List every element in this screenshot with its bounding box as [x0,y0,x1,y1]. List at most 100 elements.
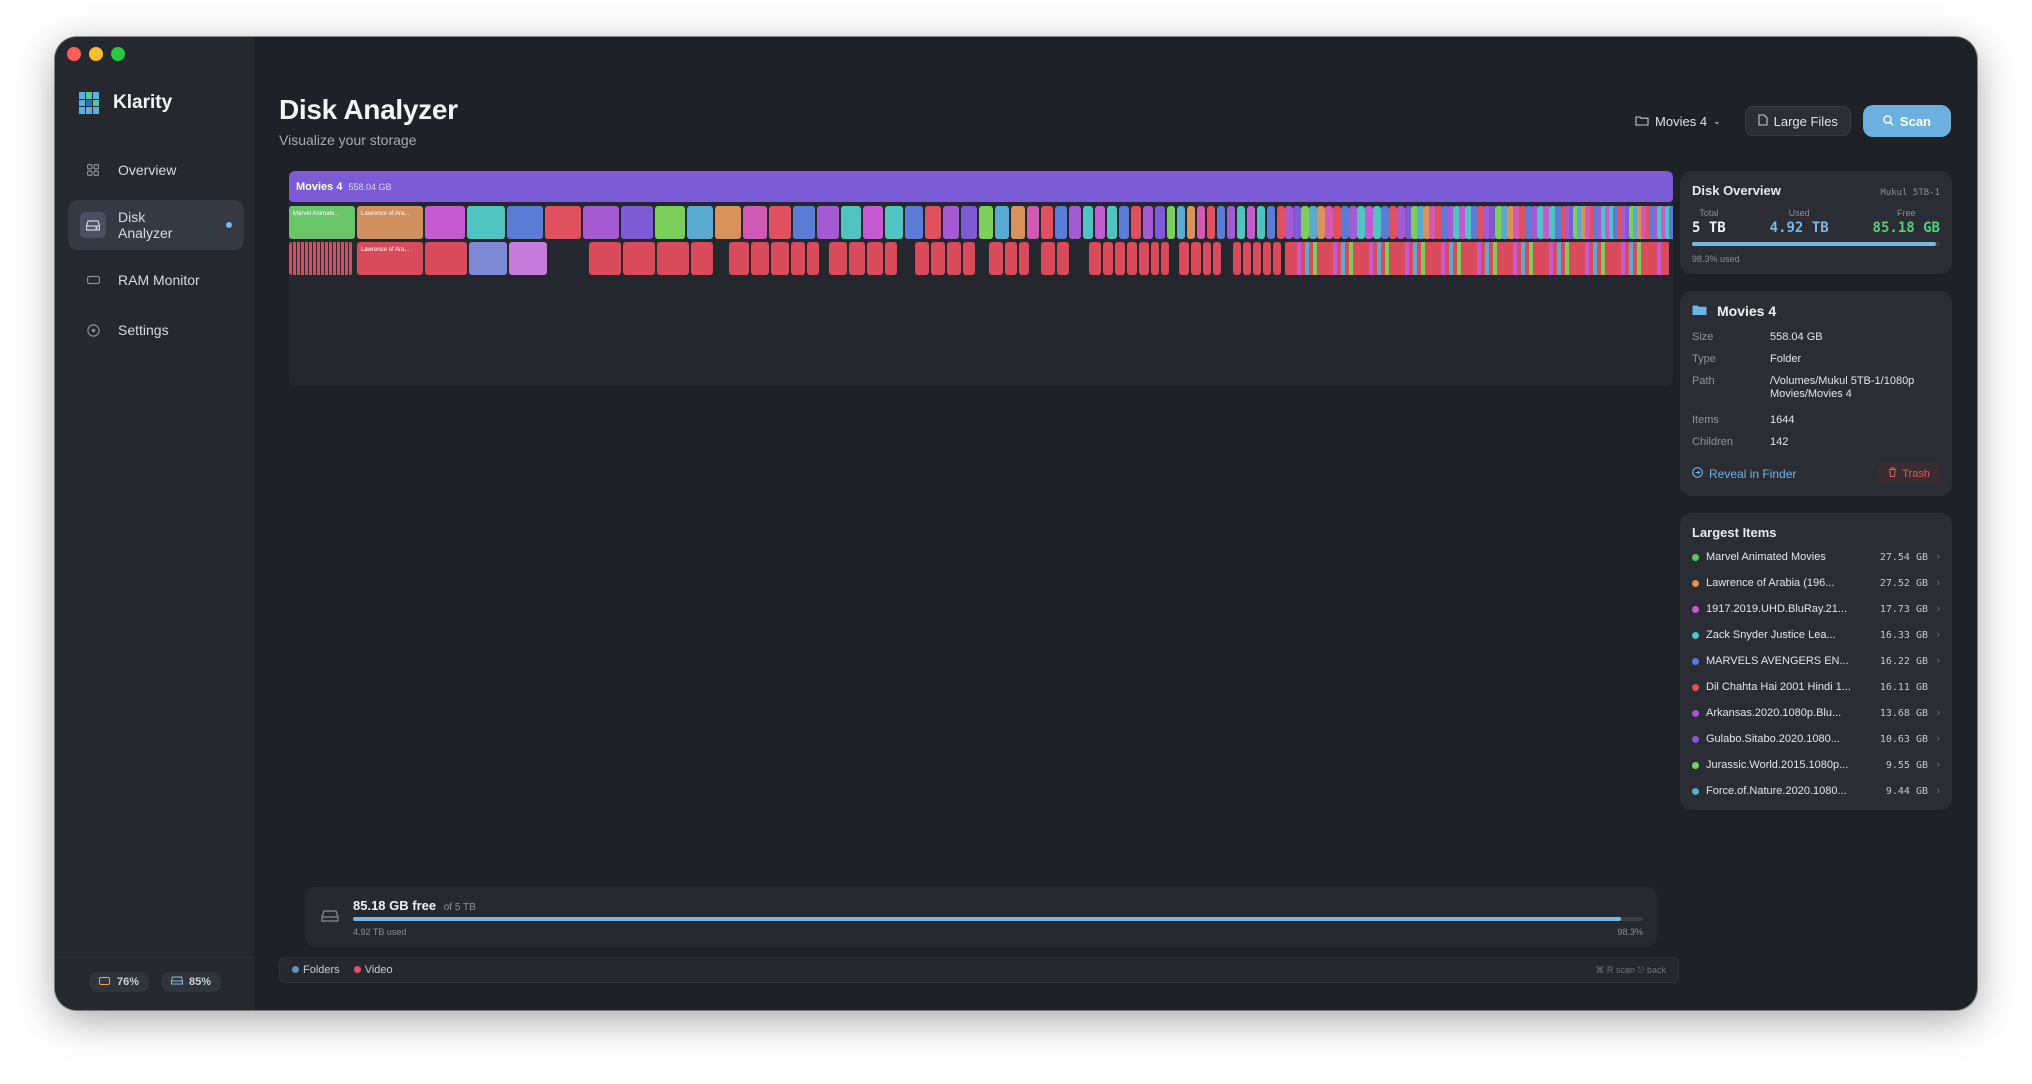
treemap-cell[interactable] [289,242,353,275]
treemap-cell[interactable] [1273,242,1281,275]
largest-item-row[interactable]: Gulabo.Sitabo.2020.1080... 10.63 GB › [1692,726,1940,752]
treemap-cell[interactable] [1381,206,1389,239]
largest-item-row[interactable]: MARVELS AVENGERS EN... 16.22 GB › [1692,648,1940,674]
treemap-cell[interactable] [623,242,655,275]
treemap-cell[interactable] [1333,206,1341,239]
treemap-cell[interactable] [1027,206,1039,239]
largest-item-row[interactable]: Dil Chahta Hai 2001 Hindi 1... 16.11 GB [1692,674,1940,700]
sidebar-item-disk-analyzer[interactable]: Disk Analyzer [68,200,244,250]
treemap-cell[interactable] [885,242,897,275]
treemap-cell[interactable] [1325,206,1333,239]
treemap-cell[interactable] [691,242,713,275]
treemap-cell[interactable] [905,206,923,239]
largest-item-row[interactable]: 1917.2019.UHD.BluRay.21... 17.73 GB › [1692,596,1940,622]
treemap-cell[interactable] [1373,206,1381,239]
treemap-cell[interactable] [885,206,903,239]
sidebar-item-settings[interactable]: Settings [68,310,244,350]
treemap-cell[interactable] [1197,206,1205,239]
treemap-cell[interactable] [1253,242,1261,275]
treemap[interactable]: Movies 4 558.04 GB Marvel Animate... Law… [289,171,1673,386]
treemap-cell[interactable] [841,206,861,239]
treemap-cell[interactable] [1217,206,1225,239]
treemap-cell[interactable] [771,242,789,275]
treemap-cell[interactable] [1131,206,1141,239]
reveal-in-finder-button[interactable]: Reveal in Finder [1692,467,1796,481]
trash-button[interactable]: Trash [1878,463,1940,484]
treemap-cell[interactable] [829,242,847,275]
treemap-cell[interactable] [467,206,505,239]
treemap-cell[interactable] [1089,242,1101,275]
treemap-cell[interactable] [583,206,619,239]
treemap-cell[interactable] [793,206,815,239]
treemap-cell[interactable] [1243,242,1251,275]
largest-item-row[interactable]: Zack Snyder Justice Lea... 16.33 GB › [1692,622,1940,648]
treemap-cell[interactable] [1389,206,1397,239]
treemap-cell[interactable] [1661,242,1669,275]
treemap-cell[interactable] [849,242,865,275]
treemap-cell[interactable] [989,242,1003,275]
treemap-cell[interactable] [943,206,959,239]
treemap-cell[interactable] [961,206,977,239]
treemap-cell[interactable] [621,206,653,239]
treemap-cell[interactable] [1083,206,1093,239]
treemap-cell[interactable] [1227,206,1235,239]
treemap-cell[interactable] [963,242,975,275]
treemap-cell[interactable] [751,242,769,275]
treemap-cell[interactable] [1233,242,1241,275]
treemap-cell[interactable] [1069,206,1081,239]
treemap-cell[interactable] [1161,242,1169,275]
treemap-cell[interactable] [687,206,713,239]
treemap-cell[interactable] [931,242,945,275]
zoom-window-button[interactable] [111,47,125,61]
treemap-cell[interactable] [469,242,507,275]
treemap-cell[interactable] [1257,206,1265,239]
treemap-cell[interactable] [1213,242,1221,275]
treemap-cell[interactable] [1285,206,1293,239]
treemap-cell[interactable] [1139,242,1149,275]
treemap-cell[interactable] [1019,242,1029,275]
treemap-cell[interactable] [1263,242,1271,275]
treemap-cell[interactable] [1151,242,1159,275]
treemap-cell[interactable] [1357,206,1365,239]
treemap-cell[interactable] [979,206,993,239]
treemap-cell[interactable] [655,206,685,239]
scan-button[interactable]: Scan [1862,105,1951,137]
treemap-cell[interactable] [863,206,883,239]
treemap-cell[interactable] [657,242,689,275]
largest-item-row[interactable]: Lawrence of Arabia (196... 27.52 GB › [1692,570,1940,596]
close-window-button[interactable] [67,47,81,61]
largest-item-row[interactable]: Marvel Animated Movies 27.54 GB › [1692,544,1940,570]
treemap-cell[interactable] [1203,242,1211,275]
treemap-cell[interactable] [589,242,621,275]
large-files-button[interactable]: Large Files [1744,106,1851,136]
largest-item-row[interactable]: Arkansas.2020.1080p.Blu... 13.68 GB › [1692,700,1940,726]
treemap-cell[interactable] [1041,242,1055,275]
treemap-cell[interactable] [1177,206,1185,239]
treemap-cell[interactable] [807,242,819,275]
treemap-cell[interactable] [1095,206,1105,239]
treemap-cell[interactable]: Marvel Animate... [289,206,355,239]
treemap-cell[interactable] [791,242,805,275]
treemap-cell[interactable] [1207,206,1215,239]
treemap-cell[interactable] [1115,242,1125,275]
treemap-cell[interactable] [509,242,547,275]
sidebar-item-ram-monitor[interactable]: RAM Monitor [68,260,244,300]
treemap-root[interactable]: Movies 4 558.04 GB [289,171,1673,202]
treemap-cell[interactable] [1107,206,1117,239]
minimize-window-button[interactable] [89,47,103,61]
treemap-cell[interactable] [769,206,791,239]
sidebar-item-overview[interactable]: Overview [68,150,244,190]
treemap-cell[interactable] [925,206,941,239]
treemap-cell[interactable] [1309,206,1317,239]
treemap-cell[interactable] [1155,206,1165,239]
treemap-cell[interactable] [1011,206,1025,239]
treemap-cell[interactable] [1365,206,1373,239]
treemap-cell[interactable] [1127,242,1137,275]
treemap-cell[interactable] [1187,206,1195,239]
treemap-cell[interactable] [1191,242,1201,275]
treemap-cell[interactable] [817,206,839,239]
treemap-cell[interactable] [1669,206,1673,239]
treemap-cell[interactable] [1005,242,1017,275]
treemap-cell[interactable] [1237,206,1245,239]
treemap-cell[interactable] [947,242,961,275]
